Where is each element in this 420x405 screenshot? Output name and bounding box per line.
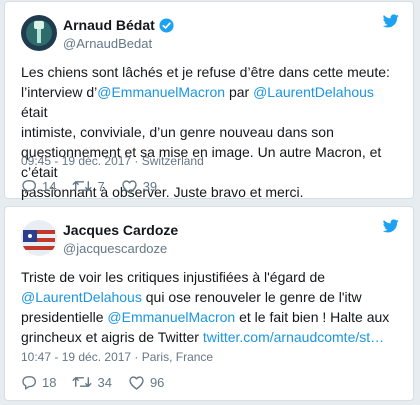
mention-link[interactable]: @LaurentDelahous [21, 289, 142, 305]
mention-link[interactable]: @EmmanuelMacron [107, 309, 235, 325]
text-segment: intimiste, conviviale, d’un genre nouvea… [21, 124, 334, 140]
retweet-button[interactable]: 7 [72, 178, 105, 194]
retweet-count: 7 [97, 178, 105, 194]
tweet-text-line: Les chiens sont lâchés et je refuse d’êt… [21, 62, 401, 82]
verified-badge-icon [159, 18, 174, 36]
display-name[interactable]: Arnaud Bédat [63, 17, 174, 36]
avatar[interactable] [21, 15, 57, 51]
like-count: 39 [142, 178, 158, 194]
text-segment: presidentielle [21, 309, 108, 325]
tweet-actions: 18 34 96 [21, 373, 180, 391]
retweet-count: 34 [97, 374, 112, 390]
text-segment: par [225, 84, 254, 100]
text-segment: qui ose renouveler le genre de l'itw [141, 289, 362, 305]
tweet-text-line: grincheux et aigris de Twitter twitter.c… [21, 327, 401, 347]
display-name[interactable]: Jacques Cardoze [63, 222, 178, 238]
reply-button[interactable]: 18 [21, 375, 56, 390]
tweet-actions: 14 7 39 [21, 177, 173, 195]
text-segment: et le fait bien ! Halte aux [235, 309, 390, 325]
text-segment: Les chiens sont lâchés et je refuse d’êt… [21, 64, 390, 80]
tweet-text-line: intimiste, conviviale, d’un genre nouvea… [21, 122, 401, 142]
reply-count: 18 [42, 374, 57, 390]
text-segment: était [21, 104, 48, 120]
text-segment: Triste de voir les critiques injustifiée… [21, 269, 326, 285]
retweet-icon [73, 181, 92, 191]
reply-icon [22, 375, 36, 390]
username[interactable]: @ArnaudBedat [63, 36, 152, 51]
tweet-text-line: l’interview d’@EmmanuelMacron par @Laure… [21, 82, 401, 122]
reply-count: 14 [42, 178, 57, 194]
mention-link[interactable]: @EmmanuelMacron [97, 84, 225, 100]
like-count: 96 [149, 374, 165, 390]
tweet-timestamp[interactable]: 10:47 - 19 déc. 2017 · Paris, France [21, 350, 213, 364]
mention-link[interactable]: @LaurentDelahous [253, 84, 374, 100]
tweet-text-line: @LaurentDelahous qui ose renouveler le g… [21, 287, 401, 307]
tweet-timestamp[interactable]: 09:45 - 19 déc. 2017 · Switzerland [21, 154, 204, 168]
tweet-card-jacques[interactable]: Jacques Cardoze @jacquescardoze Triste d… [4, 206, 414, 401]
text-segment: grincheux et aigris de Twitter [21, 329, 203, 345]
tweet-card-arnaud[interactable]: Arnaud Bédat @ArnaudBedat Les chiens son… [4, 1, 414, 200]
twitter-bird-icon[interactable] [382, 14, 399, 33]
url-link[interactable]: twitter.com/arnaudcomte/st… [203, 329, 384, 345]
retweet-button[interactable]: 34 [72, 374, 112, 390]
tweet-text-line: Triste de voir les critiques injustifiée… [21, 267, 401, 287]
heart-icon [129, 375, 144, 390]
like-button[interactable]: 39 [121, 179, 157, 194]
reply-button[interactable]: 14 [21, 179, 56, 194]
tweet-text: Triste de voir les critiques injustifiée… [21, 267, 401, 347]
like-button[interactable]: 96 [128, 375, 164, 390]
twitter-bird-icon[interactable] [382, 219, 399, 238]
tweet-text-line: presidentielle @EmmanuelMacron et le fai… [21, 307, 401, 327]
avatar[interactable] [21, 220, 57, 256]
reply-icon [22, 179, 36, 193]
username[interactable]: @jacquescardoze [63, 241, 167, 256]
retweet-icon [73, 377, 92, 387]
heart-icon [122, 179, 137, 194]
text-segment: l’interview d’ [21, 84, 98, 100]
